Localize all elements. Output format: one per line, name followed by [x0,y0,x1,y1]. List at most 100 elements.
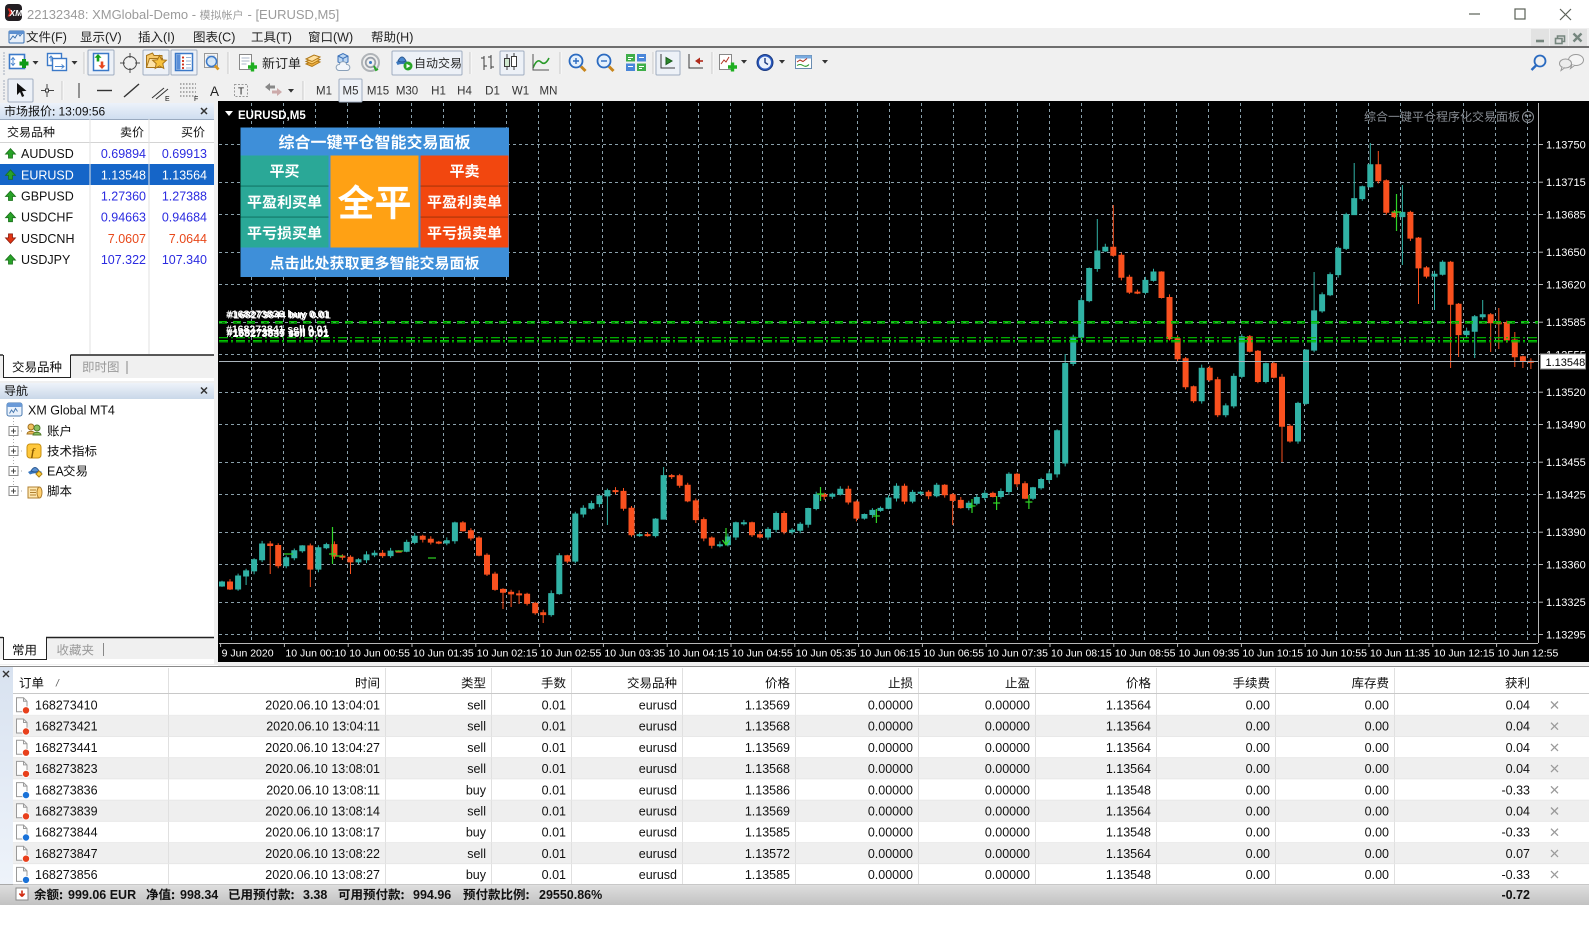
svg-text:USDCHF: USDCHF [21,211,73,225]
svg-text:1.13585: 1.13585 [1546,317,1586,329]
svg-text:- [EURUSD,M5]: - [EURUSD,M5] [248,7,340,22]
svg-text:M5: M5 [343,86,359,98]
svg-text:168273844: 168273844 [35,826,98,840]
svg-text:/: / [55,679,60,690]
svg-text:1.13520: 1.13520 [1546,387,1586,399]
svg-text:#168273844 buy 0.01: #168273844 buy 0.01 [228,309,331,321]
svg-text:M30: M30 [396,86,418,98]
svg-text:eurusd: eurusd [639,826,677,840]
svg-text:1.13564: 1.13564 [1106,847,1151,861]
svg-text:0.00000: 0.00000 [868,805,913,819]
svg-text:sell: sell [467,762,486,776]
svg-text:USDCNH: USDCNH [21,232,74,246]
svg-text:buy: buy [466,783,487,797]
svg-text:1.13564: 1.13564 [162,168,207,182]
svg-text:2020.06.10 13:08:11: 2020.06.10 13:08:11 [266,783,380,797]
svg-text:E: E [165,96,170,103]
svg-text:1.27388: 1.27388 [162,190,207,204]
svg-text:3.38: 3.38 [303,888,327,902]
svg-text:107.322: 107.322 [101,253,146,267]
svg-text:0.00: 0.00 [1365,868,1389,882]
svg-text:sell: sell [467,699,486,713]
svg-text:7.0644: 7.0644 [169,232,207,246]
svg-text:T: T [238,87,244,98]
svg-text:10 Jun 09:35: 10 Jun 09:35 [1179,648,1240,660]
svg-text:7.0607: 7.0607 [108,232,146,246]
svg-text:0.00000: 0.00000 [985,868,1030,882]
svg-text:eurusd: eurusd [639,805,677,819]
svg-text:1.13548: 1.13548 [1106,826,1151,840]
svg-text:168273410: 168273410 [35,699,98,713]
svg-text:(W): (W) [333,31,353,45]
svg-text:eurusd: eurusd [639,720,677,734]
svg-text:1.13390: 1.13390 [1546,527,1586,539]
svg-text:10 Jun 00:10: 10 Jun 00:10 [285,648,346,660]
svg-text:AUDUSD: AUDUSD [21,147,74,161]
svg-text:10 Jun 08:15: 10 Jun 08:15 [1051,648,1112,660]
svg-text:0.01: 0.01 [542,720,566,734]
svg-text:0.00: 0.00 [1365,741,1389,755]
svg-text:sell: sell [467,720,486,734]
svg-text:168273856: 168273856 [35,868,98,882]
svg-text:0.00000: 0.00000 [868,783,913,797]
svg-text:1.27360: 1.27360 [101,190,146,204]
svg-text:0.00000: 0.00000 [985,805,1030,819]
svg-text:1.13586: 1.13586 [745,783,790,797]
svg-text:(C): (C) [218,31,235,45]
svg-text:2020.06.10 13:04:11: 2020.06.10 13:04:11 [266,720,380,734]
svg-text:sell: sell [467,805,486,819]
svg-text:buy: buy [466,868,487,882]
svg-text:1.13360: 1.13360 [1546,559,1586,571]
svg-text:0.00000: 0.00000 [985,826,1030,840]
svg-text:buy: buy [466,826,487,840]
svg-text:EURUSD: EURUSD [21,168,74,182]
svg-text:1.13548: 1.13548 [1546,357,1586,369]
svg-text:0.00000: 0.00000 [985,762,1030,776]
svg-text:0.00000: 0.00000 [985,741,1030,755]
svg-text:998.34: 998.34 [180,888,218,902]
svg-text:W1: W1 [512,86,529,98]
svg-text:10 Jun 11:35: 10 Jun 11:35 [1370,648,1430,660]
svg-text:-0.72: -0.72 [1502,888,1531,902]
svg-text:(H): (H) [396,31,413,45]
svg-text:0.04: 0.04 [1506,720,1530,734]
svg-text:XM: XM [9,8,24,18]
svg-text:0.00: 0.00 [1246,805,1270,819]
svg-text:F: F [194,96,198,103]
svg-text:0.00000: 0.00000 [868,847,913,861]
svg-text:0.01: 0.01 [542,783,566,797]
svg-text:eurusd: eurusd [639,783,677,797]
svg-text:H1: H1 [431,86,446,98]
svg-text:168273836: 168273836 [35,783,98,797]
svg-text:168273839: 168273839 [35,805,98,819]
svg-text:0.00: 0.00 [1365,720,1389,734]
svg-text:sell: sell [467,741,486,755]
svg-text:eurusd: eurusd [639,762,677,776]
svg-text:0.00: 0.00 [1246,847,1270,861]
svg-text:22132348: XMGlobal-Demo -: 22132348: XMGlobal-Demo - [27,7,196,22]
svg-text:0.00000: 0.00000 [868,762,913,776]
svg-text:A: A [210,84,219,99]
svg-text:10 Jun 12:15: 10 Jun 12:15 [1434,648,1495,660]
svg-text:2020.06.10 13:08:22: 2020.06.10 13:08:22 [265,847,380,861]
svg-text:0.00000: 0.00000 [868,826,913,840]
svg-text:GBPUSD: GBPUSD [21,190,74,204]
svg-text:168273847: 168273847 [35,847,98,861]
svg-text:0.00: 0.00 [1246,762,1270,776]
svg-text:1.13564: 1.13564 [1106,762,1151,776]
svg-text:0.00: 0.00 [1246,868,1270,882]
svg-text:10 Jun 06:15: 10 Jun 06:15 [860,648,921,660]
svg-text:0.94684: 0.94684 [162,211,207,225]
svg-text:1.13548: 1.13548 [1106,783,1151,797]
svg-text:13:09:56: 13:09:56 [59,105,106,119]
svg-text:10 Jun 08:55: 10 Jun 08:55 [1115,648,1176,660]
svg-text:1.13564: 1.13564 [1106,699,1151,713]
svg-text:(F): (F) [51,31,67,45]
svg-text:USDJPY: USDJPY [21,253,71,267]
svg-text:0.00: 0.00 [1246,826,1270,840]
svg-text:0.00: 0.00 [1365,826,1389,840]
svg-text:-0.33: -0.33 [1502,868,1531,882]
svg-text:10 Jun 01:35: 10 Jun 01:35 [413,648,474,660]
svg-text:eurusd: eurusd [639,847,677,861]
svg-text:1.13295: 1.13295 [1546,629,1586,641]
